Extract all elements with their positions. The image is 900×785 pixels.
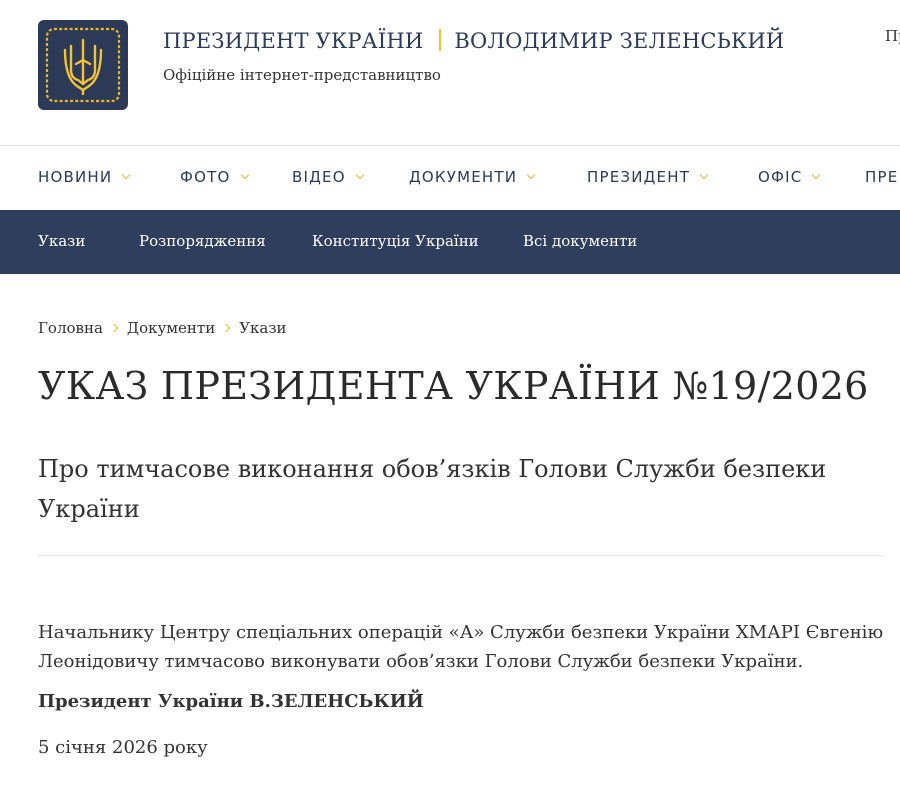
divider [38,555,883,556]
nav-label: ФОТО [180,168,231,186]
nav-item-video[interactable]: ВІДЕО [292,168,364,186]
chevron-down-icon [122,170,131,180]
nav-item-news[interactable]: НОВИНИ [38,168,131,186]
nav-label: ВІДЕО [292,168,346,186]
document-signature: Президент України В.ЗЕЛЕНСЬКИЙ [38,691,424,712]
nav-label: ОФІС [758,168,803,186]
nav-label: НОВИНИ [38,168,113,186]
subnav-item-decrees[interactable]: Укази [38,232,85,250]
title-separator [439,29,442,51]
chevron-down-icon [812,170,821,180]
site-title-name: ВОЛОДИМИР ЗЕЛЕНСЬКИЙ [454,29,785,53]
nav-label: ПРЕЗИДЕНТ [587,168,691,186]
nav-item-president[interactable]: ПРЕЗИДЕНТ [587,168,709,186]
document-subtitle: Про тимчасове виконання обов’язків Голов… [38,455,827,523]
nav-label: ПРЕ [865,168,899,186]
chevron-down-icon [355,170,364,180]
main-navigation: НОВИНИ ФОТО ВІДЕО ДОКУМЕНТИ ПРЕЗИДЕНТ ОФ… [0,145,900,210]
subnav-item-all-documents[interactable]: Всі документи [523,232,637,250]
nav-label: ДОКУМЕНТИ [409,168,518,186]
site-subtitle: Офіційне інтернет-представництво [163,66,441,84]
document-body: Начальнику Центру спеціальних операцій «… [38,622,884,672]
chevron-right-icon [109,323,119,333]
chevron-down-icon [526,170,536,180]
breadcrumb-home[interactable]: Головна [38,319,103,337]
chevron-down-icon [240,170,249,180]
documents-subnavigation: Укази Розпорядження Конституція України … [0,210,900,274]
breadcrumb: Головна Документи Укази [38,319,287,337]
nav-item-photo[interactable]: ФОТО [180,168,249,186]
breadcrumb-decrees[interactable]: Укази [239,319,286,337]
trident-emblem-icon[interactable] [38,20,128,110]
nav-item-documents[interactable]: ДОКУМЕНТИ [409,168,536,186]
chevron-right-icon [221,323,231,333]
breadcrumb-documents[interactable]: Документи [127,319,215,337]
document-date: 5 січня 2026 року [38,737,208,758]
site-title-president: ПРЕЗИДЕНТ УКРАЇНИ [163,29,424,53]
chevron-down-icon [699,170,709,180]
subnav-item-orders[interactable]: Розпорядження [139,232,266,250]
nav-item-office[interactable]: ОФІС [758,168,821,186]
site-header: ПРЕЗИДЕНТ УКРАЇНИ ВОЛОДИМИР ЗЕЛЕНСЬКИЙ Оф… [0,0,900,145]
page-title: УКАЗ ПРЕЗИДЕНТА УКРАЇНИ №19/2026 [38,364,869,408]
site-title[interactable]: ПРЕЗИДЕНТ УКРАЇНИ ВОЛОДИМИР ЗЕЛЕНСЬКИЙ [163,29,784,53]
nav-item-press[interactable]: ПРЕ [865,168,898,186]
language-link[interactable]: Пр [885,27,900,45]
subnav-item-constitution[interactable]: Конституція України [312,232,479,250]
